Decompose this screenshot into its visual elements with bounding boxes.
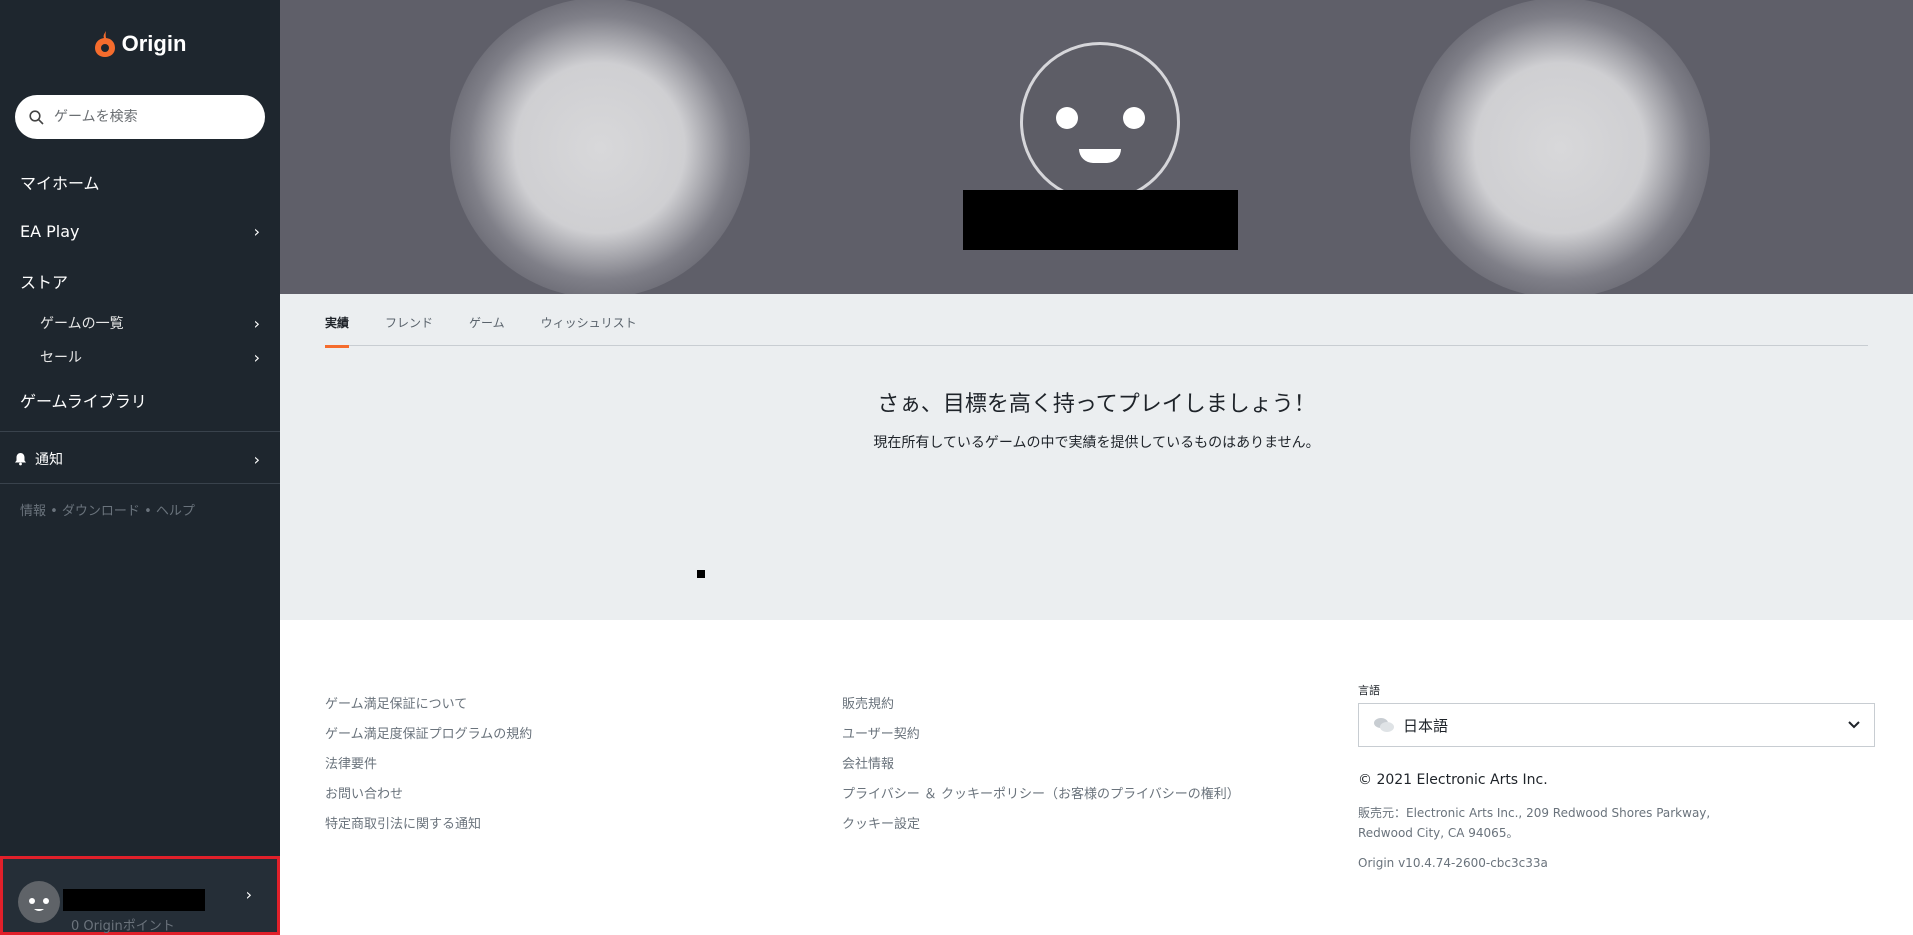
chevron-right-icon: › (253, 221, 260, 241)
search-box[interactable] (15, 95, 265, 139)
avatar-mouth (1079, 149, 1121, 163)
nav-game-library-label: ゲームライブラリ (20, 392, 147, 411)
footer-link[interactable]: 法律要件 (325, 753, 532, 783)
footer-link[interactable]: クッキー設定 (842, 813, 1240, 843)
footer-link[interactable]: プライバシー ＆ クッキーポリシー（お客様のプライバシーの権利） (842, 783, 1240, 813)
sidebar-divider (0, 483, 280, 484)
redacted-username (63, 889, 205, 911)
chat-bubbles-icon (1374, 718, 1394, 732)
profile-tabs: 実績 フレンド ゲーム ウィッシュリスト (325, 314, 1868, 348)
tab-friends[interactable]: フレンド (385, 314, 433, 346)
footer-link[interactable]: ゲーム満足保証について (325, 693, 532, 723)
profile-hero-banner (280, 0, 1913, 294)
language-label: 言語 (1358, 684, 1380, 697)
footer-link[interactable]: ユーザー契約 (842, 723, 1240, 753)
search-icon (29, 109, 44, 125)
sidebar: Origin マイホーム EA Play › ストア ゲームの一覧 › セール … (0, 0, 280, 935)
seller-info: 販売元：Electronic Arts Inc., 209 Redwood Sh… (1358, 803, 1710, 843)
empty-state-title: さぁ、目標を高く持ってプレイしましょう！ (877, 392, 1316, 417)
footer-links-col1: ゲーム満足保証について ゲーム満足度保証プログラムの規約 法律要件 お問い合わせ… (325, 693, 532, 843)
footer-link[interactable]: 販売規約 (842, 693, 1240, 723)
nav-sale-label: セール (40, 350, 82, 366)
nav-my-home-label: マイホーム (20, 174, 100, 193)
profile-avatar (1020, 42, 1180, 202)
nav-sale[interactable]: セール › (0, 346, 280, 368)
chevron-right-icon: › (253, 313, 260, 333)
footer-link[interactable]: 会社情報 (842, 753, 1240, 783)
nav-ea-play[interactable]: EA Play › (0, 219, 280, 243)
app-version: Origin v10.4.74-2600-cbc3c33a (1358, 856, 1548, 870)
chevron-right-icon: › (253, 449, 260, 469)
nav-store[interactable]: ストア (0, 269, 280, 293)
hero-glow-right (1410, 0, 1710, 294)
footer-links-col2: 販売規約 ユーザー契約 会社情報 プライバシー ＆ クッキーポリシー（お客様のプ… (842, 693, 1240, 843)
redacted-profile-name (963, 190, 1238, 250)
language-value: 日本語 (1403, 716, 1449, 735)
seller-line: 販売元：Electronic Arts Inc., 209 Redwood Sh… (1358, 806, 1711, 820)
footer: ゲーム満足保証について ゲーム満足度保証プログラムの規約 法律要件 お問い合わせ… (280, 620, 1913, 935)
nav-notifications-label: 通知 (35, 452, 63, 468)
footer-link[interactable]: ゲーム満足度保証プログラムの規約 (325, 723, 532, 753)
chevron-right-icon: › (253, 347, 260, 367)
nav-game-library[interactable]: ゲームライブラリ (0, 388, 280, 412)
avatar-left-eye (1056, 107, 1078, 129)
copyright: © 2021 Electronic Arts Inc. (1358, 772, 1548, 788)
redacted-marker (697, 570, 705, 578)
achievements-section: 実績 フレンド ゲーム ウィッシュリスト さぁ、目標を高く持ってプレイしましょう… (280, 294, 1913, 620)
nav-notifications[interactable]: 通知 › (0, 447, 280, 471)
nav-my-home[interactable]: マイホーム (0, 170, 280, 194)
bell-icon (15, 453, 26, 466)
origin-points: 0 Originポイント (71, 919, 175, 934)
origin-logo[interactable]: Origin (0, 30, 280, 58)
info-download-help-links[interactable]: 情報 • ダウンロード • ヘルプ (20, 500, 195, 519)
chevron-down-icon (1848, 721, 1860, 729)
tab-games[interactable]: ゲーム (469, 314, 505, 346)
chevron-right-icon: › (245, 885, 252, 904)
language-select[interactable]: 日本語 (1358, 703, 1875, 747)
nav-ea-play-label: EA Play (20, 221, 80, 241)
tab-achievements[interactable]: 実績 (325, 314, 350, 348)
seller-line: Redwood City, CA 94065。 (1358, 826, 1519, 840)
search-input[interactable] (54, 109, 244, 125)
nav-store-label: ストア (20, 273, 69, 292)
nav-game-list[interactable]: ゲームの一覧 › (0, 312, 280, 334)
nav-game-list-label: ゲームの一覧 (40, 316, 124, 332)
hero-glow-left (450, 0, 750, 294)
origin-logo-icon (94, 30, 116, 58)
avatar (18, 881, 60, 923)
tab-wishlist[interactable]: ウィッシュリスト (541, 314, 637, 346)
empty-state-subtitle: 現在所有しているゲームの中で実績を提供しているものはありません。 (873, 435, 1320, 451)
user-profile-bar[interactable]: 0 Originポイント › (0, 856, 280, 935)
sidebar-divider (0, 431, 280, 432)
footer-link[interactable]: お問い合わせ (325, 783, 532, 813)
avatar-right-eye (1123, 107, 1145, 129)
origin-logo-text: Origin (121, 31, 187, 56)
footer-link[interactable]: 特定商取引法に関する通知 (325, 813, 532, 843)
